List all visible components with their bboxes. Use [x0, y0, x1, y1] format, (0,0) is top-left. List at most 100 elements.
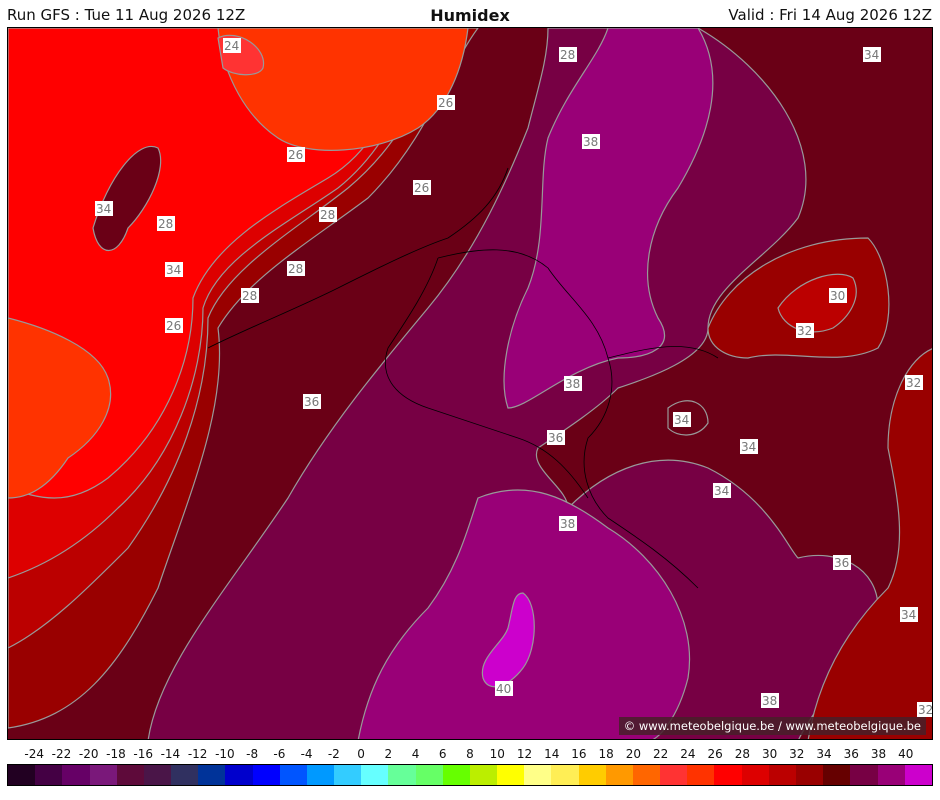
legend-swatch [578, 765, 606, 785]
legend-swatch [62, 765, 90, 785]
contour-label: 24 [224, 39, 239, 53]
legend-swatch [225, 765, 253, 785]
legend-tick-label: -18 [106, 747, 126, 761]
contour-label: 36 [548, 431, 563, 445]
legend-tick-label: -22 [51, 747, 72, 761]
contour-label: 28 [158, 217, 173, 231]
contour-label: 34 [864, 48, 879, 62]
contour-label: 32 [797, 324, 812, 338]
legend-swatch [306, 765, 335, 785]
contour-label: 26 [438, 96, 453, 110]
contour-label: 36 [834, 556, 849, 570]
map-canvas: 24 26 26 26 26 28 28 28 28 28 30 32 32 32 34 34 34 34 34 34… [8, 28, 933, 739]
legend-tick-label: -24 [24, 747, 45, 761]
legend-tick-label: -2 [327, 747, 340, 761]
legend-tick-label: 12 [516, 747, 533, 761]
contour-label: 32 [918, 703, 933, 717]
legend-tick-label: -20 [78, 747, 99, 761]
contour-label: 26 [166, 319, 181, 333]
valid-time: Valid : Fri 14 Aug 2026 12Z [728, 6, 932, 24]
contour-label: 28 [288, 262, 303, 276]
legend-swatch [442, 765, 470, 785]
contour-label: 34 [96, 202, 111, 216]
legend-swatch [143, 765, 172, 785]
contour-label: 40 [496, 682, 511, 696]
legend-swatch [714, 765, 742, 785]
legend-swatch [877, 765, 905, 785]
legend-swatch [469, 765, 498, 785]
legend-swatch [795, 765, 824, 785]
contour-label: 26 [414, 181, 429, 195]
legend-swatch [768, 765, 796, 785]
legend-tick-label: 34 [816, 747, 832, 761]
contour-label: 34 [714, 484, 729, 498]
contour-label: 28 [242, 289, 257, 303]
legend-tick-label: 30 [761, 747, 778, 761]
legend-swatch [35, 765, 63, 785]
legend-swatch [361, 765, 389, 785]
contour-label: 38 [762, 694, 777, 708]
legend-tick-label: 28 [734, 747, 750, 761]
contour-label: 28 [320, 208, 335, 222]
legend-swatch [741, 765, 769, 785]
legend-swatch [415, 765, 443, 785]
legend-swatch [334, 765, 362, 785]
legend-swatch [8, 765, 36, 785]
contour-label: 34 [674, 413, 689, 427]
contour-label: 34 [901, 608, 916, 622]
legend-swatch [116, 765, 144, 785]
legend-tick-label: 24 [680, 747, 696, 761]
contour-label: 34 [741, 440, 756, 454]
legend-tick-label: -16 [133, 747, 153, 761]
legend-tick-label: 26 [707, 747, 723, 761]
contour-label: 38 [560, 517, 575, 531]
legend-tick-label: 32 [789, 747, 805, 761]
contour-label: 32 [906, 376, 921, 390]
contour-label: 28 [560, 48, 575, 62]
legend-swatch [823, 765, 851, 785]
legend-swatch [524, 765, 552, 785]
legend-tick-label: 20 [625, 747, 642, 761]
legend-swatch [252, 765, 280, 785]
legend-swatch [198, 765, 226, 785]
legend-swatch [279, 765, 307, 785]
contour-label: 36 [304, 395, 319, 409]
legend-tick-label: -10 [215, 747, 235, 761]
legend-swatch [632, 765, 661, 785]
legend-tick-label: 0 [357, 747, 365, 761]
humidex-map: 24 26 26 26 26 28 28 28 28 28 30 32 32 32 34 34 34 34 34 34… [7, 27, 933, 740]
contour-label: 34 [166, 263, 181, 277]
legend-swatch [687, 765, 715, 785]
legend-swatch [904, 765, 932, 785]
credit-text: © www.meteobelgique.be / www.meteobelgiq… [618, 717, 926, 735]
contour-label: 38 [583, 135, 598, 149]
legend-color-bar [7, 764, 933, 786]
legend-tick-label: 8 [466, 747, 474, 761]
legend-tick-label: 6 [438, 747, 447, 761]
legend-tick-label: 40 [898, 747, 914, 761]
legend-tick-label: 22 [653, 747, 669, 761]
legend-swatch [89, 765, 117, 785]
legend-tick-label: 18 [598, 747, 614, 761]
legend-tick-label: -6 [273, 747, 286, 761]
legend-tick-label: 4 [411, 747, 420, 761]
contour-label: 38 [565, 377, 580, 391]
legend-tick-label: 14 [544, 747, 560, 761]
legend-swatch [605, 765, 633, 785]
legend-tick-label: 16 [571, 747, 587, 761]
contour-label: 26 [288, 148, 303, 162]
legend-swatch [660, 765, 688, 785]
contour-label: 30 [830, 289, 845, 303]
legend-tick-label: -8 [246, 747, 259, 761]
legend-tick-label: 38 [870, 747, 887, 761]
legend-tick-label: 10 [489, 747, 505, 761]
legend-tick-label: -4 [300, 747, 313, 761]
legend-tick-label: -12 [187, 747, 208, 761]
legend-tick-label: 2 [384, 747, 393, 761]
legend-swatch [551, 765, 579, 785]
legend-swatch [388, 765, 416, 785]
legend-tick-label: 36 [843, 747, 859, 761]
color-legend: -24 -22 -20 -18 -16 -14 -12 -10 -8 -6 -4 -2 0 2 4 6 8 10 1… [7, 747, 933, 787]
legend-swatch [850, 765, 878, 785]
legend-swatch [497, 765, 525, 785]
